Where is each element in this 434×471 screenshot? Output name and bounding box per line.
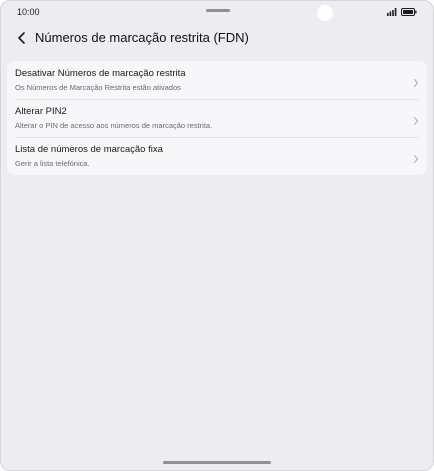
settings-item-subtitle: Gerir a lista telefónica. bbox=[15, 159, 90, 168]
settings-item-fdn-list[interactable]: Lista de números de marcação fixa Gerir … bbox=[7, 137, 427, 175]
settings-card: Desativar Números de marcação restrita O… bbox=[7, 61, 427, 175]
page-title: Números de marcação restrita (FDN) bbox=[35, 30, 249, 45]
settings-item-subtitle: Os Números de Marcação Restrita estão at… bbox=[15, 83, 181, 92]
settings-item-disable-fdn[interactable]: Desativar Números de marcação restrita O… bbox=[7, 61, 427, 99]
settings-item-subtitle: Alterar o PIN de acesso aos números de m… bbox=[15, 121, 213, 130]
chevron-left-icon[interactable] bbox=[15, 30, 29, 46]
battery-icon bbox=[401, 8, 417, 16]
settings-item-title: Desativar Números de marcação restrita bbox=[15, 68, 186, 79]
header: Números de marcação restrita (FDN) bbox=[1, 27, 433, 51]
status-time: 10:00 bbox=[17, 7, 40, 17]
front-camera bbox=[317, 5, 333, 21]
chevron-right-icon bbox=[413, 113, 419, 126]
signal-icon bbox=[387, 8, 397, 16]
status-icons bbox=[387, 8, 417, 16]
home-indicator[interactable] bbox=[163, 461, 271, 464]
phone-screen: 10:00 Números de marcação restrita (FDN)… bbox=[0, 0, 434, 471]
settings-item-change-pin2[interactable]: Alterar PIN2 Alterar o PIN de acesso aos… bbox=[7, 99, 427, 137]
status-bar: 10:00 bbox=[1, 1, 433, 23]
top-handle bbox=[206, 9, 230, 12]
chevron-right-icon bbox=[413, 151, 419, 164]
settings-item-title: Lista de números de marcação fixa bbox=[15, 144, 163, 155]
chevron-right-icon bbox=[413, 75, 419, 88]
settings-item-title: Alterar PIN2 bbox=[15, 106, 67, 117]
